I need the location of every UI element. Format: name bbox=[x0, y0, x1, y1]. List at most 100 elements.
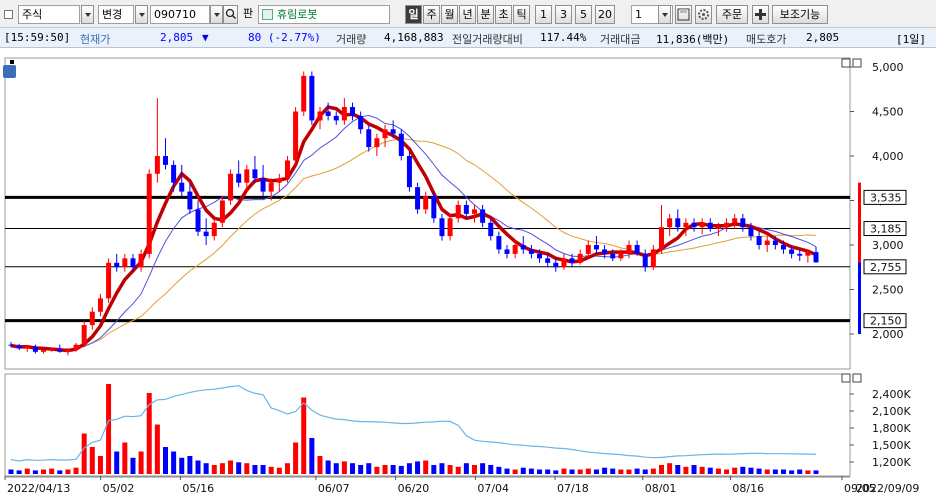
volume-bar bbox=[764, 469, 770, 474]
order-button[interactable]: 주문 bbox=[716, 5, 748, 24]
candle-body bbox=[341, 107, 347, 121]
volume-bar bbox=[447, 465, 453, 474]
candle-body bbox=[577, 253, 583, 263]
menu-square-icon[interactable] bbox=[4, 10, 13, 19]
candle-body bbox=[707, 222, 713, 229]
panel-window-icon bbox=[841, 58, 851, 68]
gear-icon[interactable] bbox=[695, 5, 712, 24]
price-tick-label: 3,000 bbox=[872, 239, 904, 252]
period-button-0[interactable]: 일 bbox=[405, 5, 422, 24]
period-button-4[interactable]: 분 bbox=[477, 5, 494, 24]
volume-bar bbox=[350, 463, 356, 474]
volume-bar bbox=[203, 463, 209, 474]
volume-bar bbox=[707, 467, 713, 474]
candle-body bbox=[366, 129, 372, 148]
candle-body bbox=[32, 346, 38, 352]
candle-body bbox=[374, 138, 380, 148]
change-dropdown-icon[interactable] bbox=[135, 5, 148, 24]
volume-bar bbox=[57, 470, 63, 474]
candle-body bbox=[236, 173, 242, 183]
volume-bar bbox=[423, 460, 429, 474]
candle-body bbox=[114, 262, 120, 268]
plus-icon[interactable] bbox=[752, 5, 769, 24]
period-button-3[interactable]: 년 bbox=[459, 5, 476, 24]
candle-body bbox=[41, 350, 47, 352]
volume-bar bbox=[756, 468, 762, 474]
price-info-bar: [15:59:50] 현재가 2,805 ▼ 80 (-2.77%) 거래량 4… bbox=[0, 28, 936, 48]
volume-bar bbox=[187, 456, 193, 474]
candle-body bbox=[154, 156, 160, 174]
candle-body bbox=[203, 231, 209, 237]
interval-button-20[interactable]: 20 bbox=[595, 5, 615, 24]
candle-body bbox=[171, 164, 177, 183]
candle-body bbox=[244, 169, 250, 183]
volume-tick-label: 1,800K bbox=[872, 422, 911, 435]
candle-body bbox=[496, 236, 502, 250]
candle-body bbox=[293, 111, 299, 161]
date-tick-label: 07/18 bbox=[557, 482, 589, 495]
candle-body bbox=[447, 218, 453, 237]
volume-label: 거래량 bbox=[336, 33, 367, 46]
market-select[interactable]: 주식 bbox=[18, 5, 80, 24]
code-dropdown-icon[interactable] bbox=[210, 5, 223, 24]
candle-body bbox=[57, 349, 63, 352]
candle-body bbox=[561, 258, 567, 268]
volume-bar bbox=[195, 460, 201, 474]
change-button[interactable]: 변경 bbox=[98, 5, 134, 24]
volume-bar bbox=[333, 463, 339, 474]
candle-body bbox=[585, 245, 591, 254]
volume-tick-label: 2,100K bbox=[872, 405, 911, 418]
candle-body bbox=[813, 252, 819, 263]
volume-bar bbox=[626, 469, 632, 474]
interval-dropdown-icon[interactable] bbox=[658, 5, 671, 24]
volume-bar bbox=[89, 447, 95, 474]
candle-body bbox=[138, 253, 144, 268]
date-tick-label: 2022/04/13 bbox=[7, 482, 70, 495]
interval-button-1[interactable]: 1 bbox=[535, 5, 552, 24]
volume-bar bbox=[398, 465, 404, 474]
volume-bar bbox=[789, 470, 795, 474]
volume-bar bbox=[374, 466, 380, 474]
candle-body bbox=[471, 209, 477, 214]
period-button-2[interactable]: 월 bbox=[441, 5, 458, 24]
volume-bar bbox=[610, 468, 616, 474]
volume-bar bbox=[236, 462, 242, 474]
aux-function-button[interactable]: 보조기능 bbox=[772, 5, 828, 24]
volume-bar bbox=[106, 384, 112, 474]
volume-bar bbox=[496, 466, 502, 474]
date-tick-label: 06/07 bbox=[318, 482, 350, 495]
interval-button-5[interactable]: 5 bbox=[575, 5, 592, 24]
stock-chart[interactable]: 5,0004,5004,0003,5003,0002,5002,0003,535… bbox=[0, 52, 936, 500]
candle-body bbox=[382, 129, 388, 139]
volume-bar bbox=[219, 463, 225, 474]
volume-bar bbox=[618, 469, 624, 474]
volume-bar bbox=[390, 465, 396, 474]
search-icon[interactable] bbox=[223, 5, 238, 24]
save-icon[interactable] bbox=[675, 5, 692, 24]
volume-bar bbox=[293, 442, 299, 474]
candle-body bbox=[276, 178, 282, 183]
period-button-1[interactable]: 주 bbox=[423, 5, 440, 24]
market-dropdown-icon[interactable] bbox=[81, 5, 94, 24]
volume-bar bbox=[537, 469, 543, 474]
candle-body bbox=[488, 222, 494, 237]
current-price: 2,805 bbox=[160, 31, 194, 44]
range-marker-down bbox=[858, 262, 861, 334]
stock-name-field[interactable]: 휴림로봇 bbox=[258, 5, 390, 24]
candle-body bbox=[634, 245, 640, 254]
volume-bar bbox=[244, 463, 250, 474]
candle-body bbox=[268, 182, 274, 192]
volume-bar bbox=[642, 469, 648, 474]
volume-bar bbox=[415, 461, 421, 474]
stock-code-input[interactable]: 090710 bbox=[150, 5, 210, 24]
price-tick-label: 2,500 bbox=[872, 284, 904, 297]
candle-body bbox=[252, 169, 258, 179]
period-button-6[interactable]: 틱 bbox=[513, 5, 530, 24]
interval-button-3[interactable]: 3 bbox=[555, 5, 572, 24]
down-arrow-icon: ▼ bbox=[202, 31, 209, 44]
volume-bar bbox=[162, 447, 168, 474]
candle-body bbox=[545, 258, 551, 263]
period-button-5[interactable]: 초 bbox=[495, 5, 512, 24]
candle-body bbox=[130, 258, 136, 268]
candle-body bbox=[618, 253, 624, 259]
